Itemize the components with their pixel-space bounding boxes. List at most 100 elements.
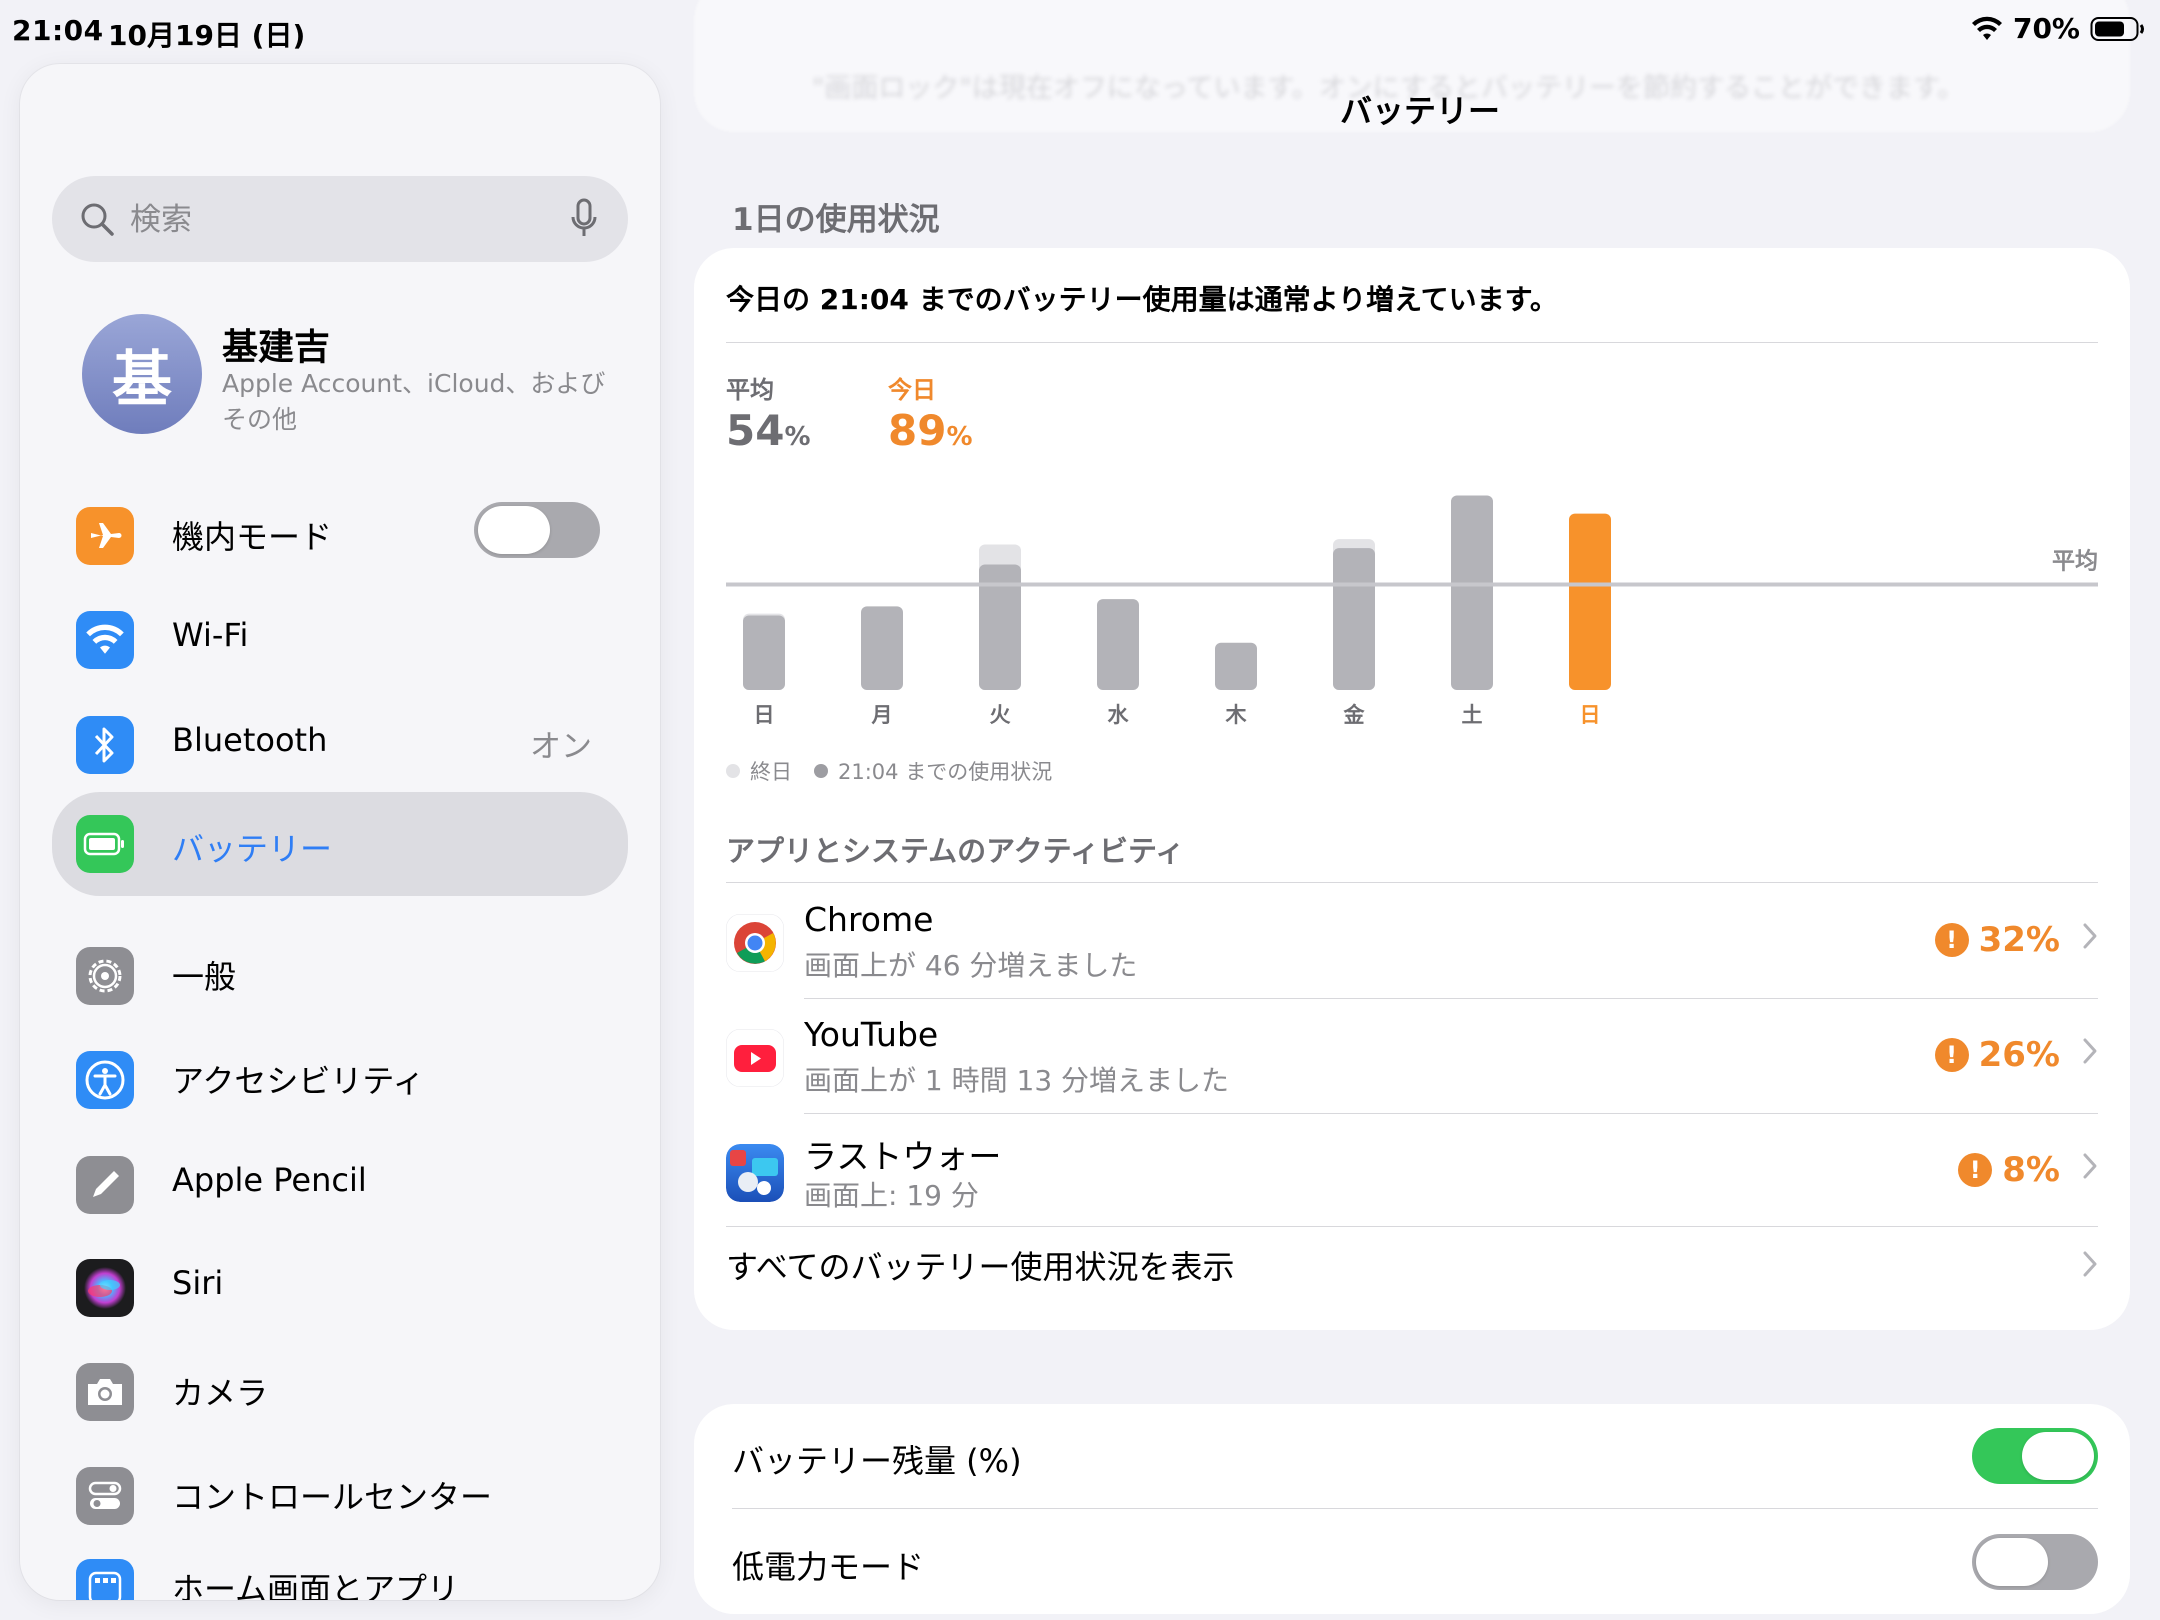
sidebar-item-label: Siri [172,1264,224,1302]
x-tick-label-7: 日 [1580,703,1601,727]
battery-percentage-label: バッテリー残量 (%) [732,1442,1022,1480]
sidebar-item-accessibility[interactable]: アクセシビリティ [52,1026,628,1122]
x-tick-label-0: 日 [754,703,775,727]
sidebar-item-label: 一般 [172,958,237,996]
chevron-right-icon [2083,923,2097,949]
warning-icon: ! [1934,1038,1969,1072]
wifi-status-icon [1971,16,2002,40]
section-title-daily-usage: 1日の使用状況 [732,202,940,238]
battery-icon [76,815,134,873]
control-center-icon [76,1467,134,1525]
app-name: Chrome [804,900,934,939]
status-time: 21:04 [12,14,104,47]
profile-name: 基建吉 [222,327,331,368]
low-power-mode-toggle[interactable] [1972,1534,2098,1590]
status-right: 70% [1971,12,2146,45]
status-date: 10月19日 (日) [108,19,306,52]
view-all-label: すべてのバッテリー使用状況を表示 [726,1248,1235,1286]
battery-usage-card: 今日の 21:04 までのバッテリー使用量は通常より増えています。 平均 54%… [694,248,2130,1330]
app-pct-value: 26% [1978,1035,2060,1075]
sidebar-item-label: アクセシビリティ [172,1062,425,1100]
legend-full-day: 終日 [750,760,792,784]
view-all-battery-usage[interactable]: すべてのバッテリー使用状況を表示 [726,1226,2098,1306]
warning-icon: ! [1958,1153,1993,1187]
app-usage-percent: ! 32% [1934,920,2060,960]
home-screen-icon [76,1559,134,1600]
sidebar-item-siri[interactable]: Siri [52,1234,628,1330]
pencil-icon [76,1156,134,1214]
sidebar-item-control-center[interactable]: コントロールセンター [52,1442,628,1538]
app-usage-percent: ! 8% [1958,1150,2060,1190]
page-title: バッテリー [1339,92,1500,130]
bar-until-now-3 [1097,599,1139,690]
accessibility-icon [76,1051,134,1109]
battery-percentage: 70% [2012,12,2080,45]
chart-legend: 終日 21:04 までの使用状況 [726,756,1052,786]
battery-percentage-toggle[interactable] [1972,1428,2098,1484]
legend-dot-full-day [726,764,740,778]
sidebar-item-apple-pencil[interactable]: Apple Pencil [52,1131,628,1227]
x-tick-label-1: 月 [871,703,893,727]
divider [732,1508,2098,1509]
sidebar-item-label: Wi-Fi [172,616,249,654]
profile-subtitle: Apple Account、iCloud、および その他 [222,369,606,434]
bar-until-now-4 [1215,642,1257,690]
bluetooth-icon [76,716,134,774]
sidebar-item-label: バッテリー [172,830,333,868]
app-detail: 画面上: 19 分 [804,1179,979,1212]
divider [726,882,2098,883]
search-bar[interactable] [52,176,628,262]
x-tick-label-5: 金 [1343,703,1366,727]
warning-icon: ! [1934,923,1969,957]
microphone-icon[interactable] [570,198,598,240]
camera-icon [76,1363,134,1421]
sidebar-item-camera[interactable]: カメラ [52,1338,628,1434]
app-detail: 画面上が 1 時間 13 分増えました [804,1064,1230,1097]
legend-dot-until-now [814,764,828,778]
chevron-right-icon [2083,1038,2097,1064]
sidebar: 基 基建吉 Apple Account、iCloud、および その他 機内モード… [20,64,660,1600]
search-icon [81,203,114,236]
bar-until-now-0 [743,615,785,690]
sidebar-item-label: Apple Pencil [172,1161,367,1199]
last-war-icon [726,1144,784,1202]
sidebar-item-home-screen[interactable]: ホーム画面とアプリ [52,1534,628,1600]
bar-until-now-6 [1451,495,1493,690]
profile-row[interactable]: 基 基建吉 Apple Account、iCloud、および その他 [82,314,642,444]
low-power-mode-row[interactable]: 低電力モード [732,1510,2098,1614]
app-row-chrome[interactable]: Chrome 画面上が 46 分増えました ! 32% [726,884,2098,998]
chrome-icon [726,914,784,972]
bar-until-now-7 [1569,513,1611,690]
activity-section-title: アプリとシステムのアクティビティ [726,834,1185,868]
battery-percentage-row[interactable]: バッテリー残量 (%) [732,1404,2098,1508]
search-input[interactable] [128,194,552,246]
app-row-youtube[interactable]: YouTube 画面上が 1 時間 13 分増えました ! 26% [726,999,2098,1113]
airplane-mode-toggle[interactable] [474,502,600,558]
chevron-right-icon [2083,1153,2097,1179]
app-row-last-war[interactable]: ラストウォー 画面上: 19 分 ! 8% [726,1114,2098,1228]
youtube-icon [726,1029,784,1087]
app-usage-percent: ! 26% [1934,1035,2060,1075]
legend-until-now: 21:04 までの使用状況 [838,760,1053,784]
app-name: ラストウォー [804,1137,1002,1176]
sidebar-item-general[interactable]: 一般 [52,922,628,1018]
avatar: 基 [82,314,202,434]
battery-status-icon [2090,16,2144,41]
daily-usage-chart[interactable]: 日 月 火 水 木 金 土 日 平均 [694,248,2130,748]
bar-until-now-5 [1333,548,1375,690]
sidebar-item-bluetooth[interactable]: Bluetooth オン [52,691,628,787]
app-name: YouTube [804,1015,939,1054]
sidebar-item-airplane-mode[interactable]: 機内モード [52,482,628,578]
battery-settings-card: バッテリー残量 (%) 低電力モード [694,1404,2130,1614]
bar-until-now-1 [861,606,903,690]
x-tick-label-2: 火 [990,703,1011,727]
gear-icon [76,947,134,1005]
airplane-icon [76,507,134,565]
sidebar-item-label: ホーム画面とアプリ [172,1570,460,1600]
bluetooth-status: オン [530,729,592,765]
sidebar-item-wifi[interactable]: Wi-Fi [52,586,628,682]
app-pct-value: 8% [2002,1150,2060,1190]
x-tick-label-6: 土 [1462,703,1483,727]
sidebar-item-battery[interactable]: バッテリー [52,792,628,896]
low-power-mode-label: 低電力モード [732,1548,925,1586]
